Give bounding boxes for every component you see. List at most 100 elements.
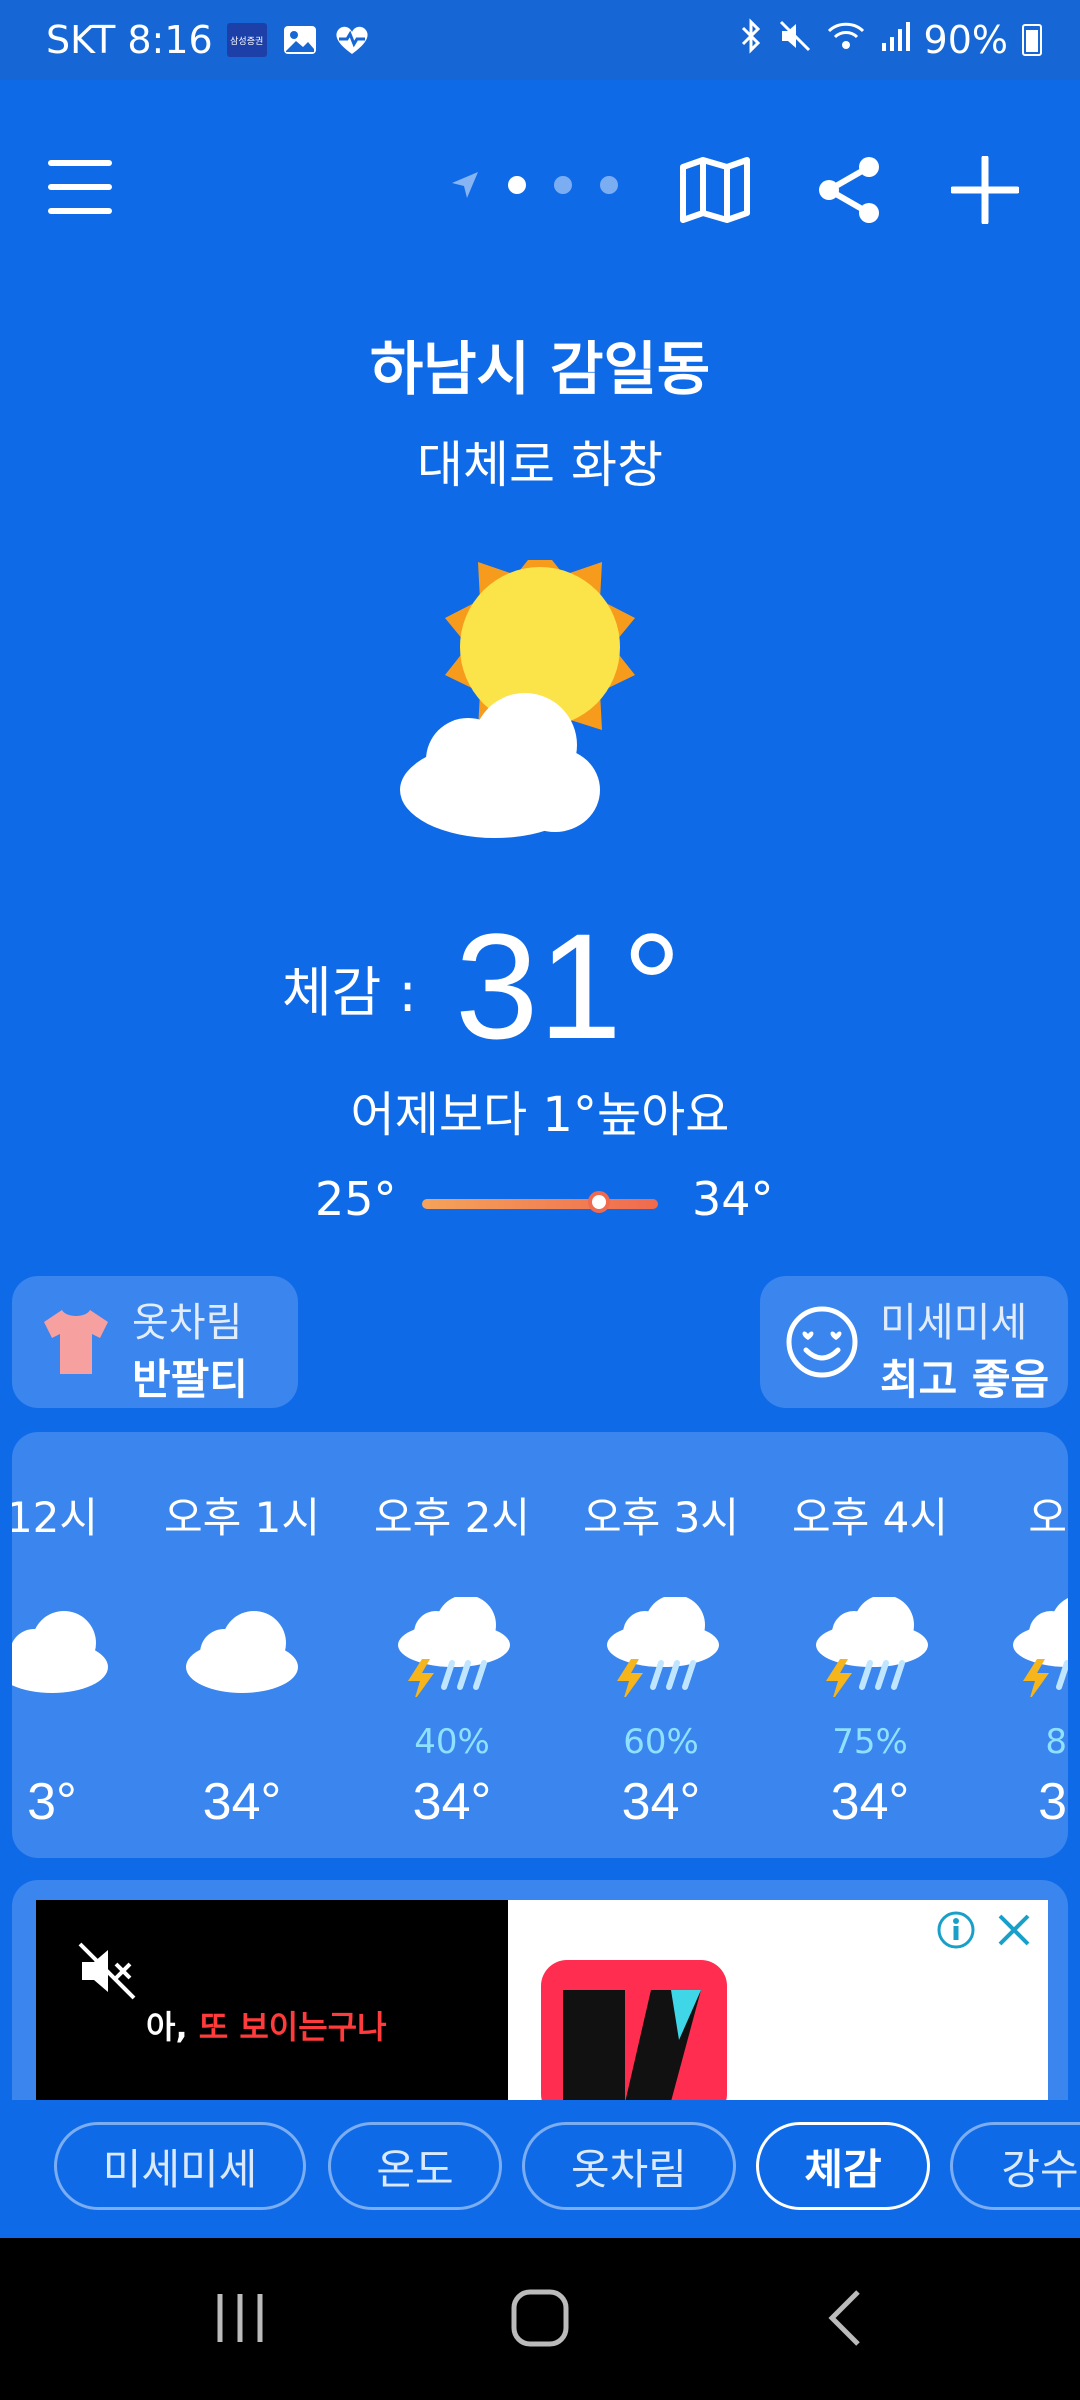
clothing-card-title: 옷차림: [132, 1300, 243, 1346]
hourly-temperature: 33: [1038, 1773, 1068, 1831]
plus-icon: [951, 156, 1019, 224]
current-temperature-marker: [588, 1191, 610, 1213]
thunder-rain-icon: [392, 1595, 512, 1701]
ad-app-logo[interactable]: [541, 1960, 727, 2100]
hourly-time: 오후: [1028, 1493, 1068, 1542]
hourly-precipitation-chance: 60%: [623, 1722, 699, 1762]
back-button[interactable]: [800, 2278, 890, 2358]
hourly-time: 오후 1시: [164, 1493, 320, 1542]
min-temperature: 25°: [315, 1172, 397, 1226]
theme-chip[interactable]: 옷차림: [522, 2122, 736, 2210]
hourly-item: 오후 4시 75% 34°: [770, 1432, 970, 1858]
ad-close-icon[interactable]: [994, 1910, 1034, 1950]
theme-chip[interactable]: 미세미세: [54, 2122, 306, 2210]
share-icon: [819, 157, 879, 223]
home-button[interactable]: [495, 2278, 585, 2358]
cloud-icon: [182, 1597, 302, 1697]
ad-caption-highlight: 또 보이는구나: [198, 2008, 387, 2046]
tshirt-icon: [44, 1310, 108, 1374]
yesterday-comparison: 어제보다 1°높아요: [350, 1087, 730, 1143]
gallery-notification-icon: [281, 23, 319, 57]
share-button[interactable]: [810, 150, 890, 230]
ad-content[interactable]: 아, 또 보이는구나: [36, 1900, 1048, 2100]
hourly-precipitation-chance: 40%: [414, 1722, 490, 1762]
map-icon: [680, 157, 750, 223]
theme-chip[interactable]: 체감: [756, 2122, 930, 2210]
recent-apps-icon: [217, 2294, 263, 2342]
theme-chip[interactable]: 온도: [328, 2122, 502, 2210]
top-app-bar: [0, 140, 1080, 240]
menu-icon-line: [48, 208, 112, 214]
hourly-time: 오후 3시: [583, 1493, 739, 1542]
carrier-time: SKT 8:16: [46, 18, 213, 62]
page-dot-active: [508, 176, 526, 194]
current-location-arrow-icon: [452, 172, 478, 198]
feels-like-label: 체감 :: [282, 961, 417, 1024]
page-dot: [554, 176, 572, 194]
battery-icon: [1022, 24, 1042, 56]
recent-apps-button[interactable]: [195, 2278, 285, 2358]
hourly-forecast[interactable]: 12시 3° 오후 1시 34° 오후 2시 40% 34° 오후 3시 60% 34° 오후 4시…: [12, 1432, 1068, 1858]
status-left: SKT 8:16 삼성증권: [46, 18, 371, 62]
back-icon: [828, 2290, 860, 2346]
feels-like: 체감 : 31°: [0, 900, 1080, 1070]
clothing-card-value: 반팔티: [132, 1355, 248, 1404]
fine-dust-card-title: 미세미세: [880, 1300, 1028, 1346]
feels-like-temperature: 31°: [455, 902, 682, 1070]
hourly-precipitation-chance: 75%: [832, 1722, 908, 1762]
clothing-card[interactable]: 옷차림 반팔티: [12, 1276, 298, 1408]
hourly-item: 오후 2시 40% 34°: [352, 1432, 552, 1858]
home-icon: [511, 2289, 569, 2347]
thunder-rain-icon: [601, 1595, 721, 1701]
theme-chip-bar: 미세미세 온도 옷차림 체감 강수: [0, 2100, 1080, 2238]
theme-chip[interactable]: 강수: [950, 2122, 1080, 2210]
signal-icon: [880, 18, 910, 62]
max-temperature: 34°: [692, 1172, 774, 1226]
health-notification-icon: [333, 23, 371, 57]
hourly-item: 오후 1시 34°: [142, 1432, 342, 1858]
map-button[interactable]: [675, 150, 755, 230]
samsung-securities-notification-icon: 삼성증권: [226, 23, 267, 57]
tving-logo-icon: [563, 1990, 701, 2100]
hourly-temperature: 34°: [412, 1773, 492, 1831]
hourly-item: 오후 80 33: [967, 1432, 1068, 1858]
hourly-time: 오후 4시: [792, 1493, 948, 1542]
ad-caption: 아, 또 보이는구나: [146, 2002, 387, 2048]
muted-speaker-icon[interactable]: [76, 1940, 138, 2002]
sun-behind-cloud-icon: [400, 560, 635, 838]
hourly-time: 12시: [12, 1493, 99, 1542]
add-location-button[interactable]: [945, 150, 1025, 230]
ad-info-icon[interactable]: [936, 1910, 976, 1950]
menu-button[interactable]: [44, 158, 116, 218]
bluetooth-icon: [738, 17, 764, 63]
weather-condition: 대체로 화창: [417, 436, 663, 494]
happy-face-icon: [786, 1306, 858, 1378]
fine-dust-card[interactable]: 미세미세 최고 좋음: [760, 1276, 1068, 1408]
cloud-icon: [12, 1597, 112, 1697]
menu-icon-line: [48, 160, 112, 166]
hourly-temperature: 3°: [27, 1773, 77, 1831]
menu-icon-line: [48, 184, 112, 190]
location-page-indicator[interactable]: [450, 170, 618, 200]
ad-banner[interactable]: 아, 또 보이는구나: [12, 1880, 1068, 2100]
page-dot: [600, 176, 618, 194]
hourly-temperature: 34°: [830, 1773, 910, 1831]
fine-dust-card-value: 최고 좋음: [880, 1355, 1050, 1404]
thunder-rain-icon: [1007, 1597, 1068, 1701]
hourly-item: 오후 3시 60% 34°: [561, 1432, 761, 1858]
thunder-rain-icon: [810, 1595, 930, 1701]
location-name: 하남시 감일동: [369, 335, 711, 403]
wifi-icon: [826, 18, 866, 62]
temperature-range-bar: [422, 1191, 658, 1213]
status-right: 90%: [738, 17, 1042, 63]
status-bar: SKT 8:16 삼성증권 90%: [0, 0, 1080, 80]
hourly-temperature: 34°: [621, 1773, 701, 1831]
ad-caption-prefix: 아,: [146, 2008, 199, 2046]
hourly-item: 12시 3°: [12, 1432, 152, 1858]
battery-percent: 90%: [923, 18, 1008, 62]
ad-video[interactable]: 아, 또 보이는구나: [36, 1900, 508, 2100]
mute-icon: [778, 18, 812, 62]
hourly-precipitation-chance: 80: [1045, 1722, 1068, 1762]
system-navigation-bar: [0, 2238, 1080, 2400]
hourly-time: 오후 2시: [374, 1493, 530, 1542]
